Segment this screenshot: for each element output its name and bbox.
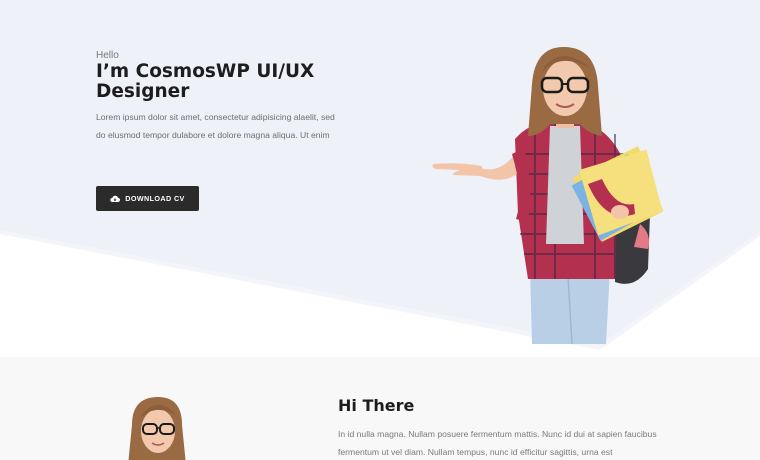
about-section: Hi There In id nulla magna. Nullam posue…	[0, 357, 760, 460]
about-paragraph: In id nulla magna. Nullam posuere fermen…	[338, 429, 657, 457]
hero-person-image	[432, 46, 664, 344]
download-cv-label: DOWNLOAD CV	[125, 194, 185, 203]
hero-greeting: Hello	[96, 50, 119, 61]
about-heading: Hi There	[338, 396, 415, 415]
hero-section: Hello I’m CosmosWP UI/UX Designer Lorem …	[0, 0, 760, 357]
download-cv-button[interactable]: DOWNLOAD CV	[96, 186, 199, 211]
hero-title: I’m CosmosWP UI/UX Designer	[96, 61, 315, 102]
hero-description: Lorem ipsum dolor sit amet, consectetur …	[96, 112, 335, 140]
about-person-image	[128, 397, 186, 460]
cloud-download-icon	[110, 195, 121, 202]
